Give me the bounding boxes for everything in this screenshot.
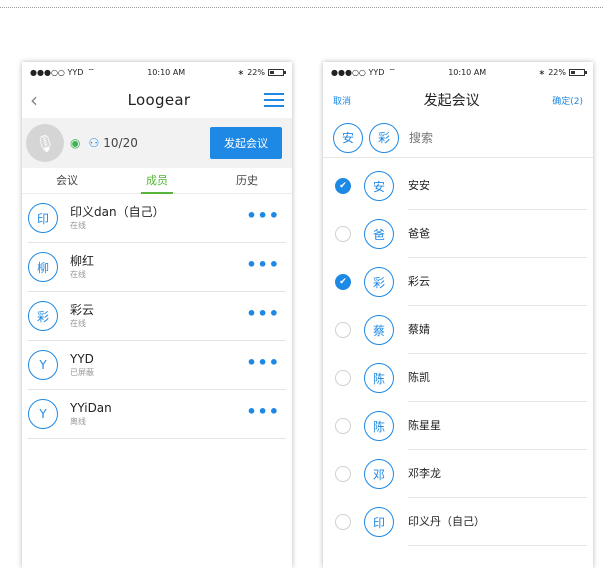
- selected-chip[interactable]: 安: [333, 122, 363, 153]
- tab-history[interactable]: 历史: [202, 169, 292, 193]
- contact-row[interactable]: 陈 陈星星: [323, 402, 593, 450]
- avatar: 彩: [28, 301, 58, 331]
- member-name: 彩云: [70, 303, 95, 317]
- avatar: 蔡: [364, 315, 394, 345]
- contact-row[interactable]: 陈 陈凯: [323, 354, 593, 402]
- status-bar: ●●●○○ YYD ⌔ 10:10 AM ∗ 22%: [323, 62, 593, 82]
- avatar: 邓: [364, 459, 394, 489]
- battery-percent: 22%: [247, 67, 265, 77]
- cancel-button[interactable]: 取消: [333, 94, 351, 107]
- selected-bar: 安 彩: [323, 118, 593, 158]
- member-status: 已屏蔽: [70, 368, 94, 377]
- search-input[interactable]: [409, 130, 529, 145]
- contact-row[interactable]: ✔ 安 安安: [323, 162, 593, 210]
- contact-name: 彩云: [408, 258, 587, 306]
- bluetooth-icon: ∗: [538, 67, 546, 77]
- member-status: 在线: [70, 319, 86, 328]
- contact-row[interactable]: 邓 邓李龙: [323, 450, 593, 498]
- member-row[interactable]: 印 印义dan（自己） 在线 •••: [28, 194, 286, 243]
- confirm-button[interactable]: 确定(2): [552, 94, 583, 107]
- checkbox-checked-icon[interactable]: ✔: [335, 178, 351, 194]
- avatar: 柳: [28, 252, 58, 282]
- member-name: 柳红: [70, 254, 95, 268]
- contact-name: 陈星星: [408, 402, 587, 450]
- member-list: 印 印义dan（自己） 在线 ••• 柳 柳红 在线 ••• 彩 彩云 在线 •…: [22, 194, 292, 439]
- avatar: 印: [28, 203, 58, 233]
- contact-name: 陈凯: [408, 354, 587, 402]
- contact-name: 蔡婧: [408, 306, 587, 354]
- carrier-label: ●●●○○ YYD: [331, 67, 385, 77]
- checkbox-unchecked-icon[interactable]: [335, 226, 351, 242]
- contact-list: ✔ 安 安安 爸 爸爸 ✔ 彩 彩云 蔡 蔡婧 陈 陈凯 陈 陈星星 邓 邓李龙…: [323, 162, 593, 546]
- battery-percent: 22%: [548, 67, 566, 77]
- mic-off-icon: 🎙: [26, 124, 64, 162]
- page-title: Loogear: [127, 91, 191, 109]
- member-status: 在线: [70, 270, 86, 279]
- contact-row[interactable]: ✔ 彩 彩云: [323, 258, 593, 306]
- members-screen: ●●●○○ YYD ⌔ 10:10 AM ∗ 22% ‹ Loogear 🎙 ◉…: [22, 62, 292, 568]
- member-name: YYD: [70, 352, 94, 366]
- checkbox-unchecked-icon[interactable]: [335, 322, 351, 338]
- more-options-icon[interactable]: •••: [246, 404, 280, 420]
- bluetooth-icon: ∗: [237, 67, 245, 77]
- member-row[interactable]: Y YYD 已屏蔽 •••: [28, 341, 286, 390]
- member-status: 在线: [70, 221, 86, 230]
- signal-icon: ◉: [70, 136, 81, 150]
- wifi-icon: ⌔: [388, 67, 396, 76]
- nav-bar: ‹ Loogear: [22, 82, 292, 118]
- selected-chip[interactable]: 彩: [369, 122, 399, 153]
- menu-icon[interactable]: [263, 92, 284, 108]
- tab-meetings[interactable]: 会议: [22, 169, 112, 193]
- battery-icon: [267, 68, 286, 76]
- contact-name: 印义丹（自己）: [408, 498, 587, 546]
- clock: 10:10 AM: [448, 67, 487, 77]
- member-name: 印义dan（自己）: [70, 205, 165, 219]
- checkbox-unchecked-icon[interactable]: [335, 514, 351, 530]
- avatar: Y: [28, 399, 58, 429]
- member-status: 离线: [70, 417, 86, 426]
- contact-name: 爸爸: [408, 210, 587, 258]
- contact-name: 邓李龙: [408, 450, 587, 498]
- contact-row[interactable]: 蔡 蔡婧: [323, 306, 593, 354]
- nav-bar: 取消 发起会议 确定(2): [323, 82, 593, 118]
- start-meeting-screen: ●●●○○ YYD ⌔ 10:10 AM ∗ 22% 取消 发起会议 确定(2)…: [323, 62, 593, 568]
- avatar: 陈: [364, 411, 394, 441]
- meeting-bar: 🎙 ◉ ⚇ 10/20 发起会议: [22, 118, 292, 168]
- more-options-icon[interactable]: •••: [246, 355, 280, 371]
- checkbox-unchecked-icon[interactable]: [335, 418, 351, 434]
- more-options-icon[interactable]: •••: [246, 208, 280, 224]
- more-options-icon[interactable]: •••: [246, 306, 280, 322]
- member-row[interactable]: 彩 彩云 在线 •••: [28, 292, 286, 341]
- member-row[interactable]: Y YYiDan 离线 •••: [28, 390, 286, 439]
- people-icon: ⚇: [88, 136, 100, 150]
- checkbox-checked-icon[interactable]: ✔: [335, 274, 351, 290]
- participant-count: 10/20: [103, 136, 138, 150]
- avatar: 印: [364, 507, 394, 537]
- member-name: YYiDan: [70, 401, 112, 415]
- wifi-icon: ⌔: [87, 67, 95, 76]
- more-options-icon[interactable]: •••: [246, 257, 280, 273]
- avatar: 陈: [364, 363, 394, 393]
- contact-row[interactable]: 爸 爸爸: [323, 210, 593, 258]
- start-meeting-button[interactable]: 发起会议: [210, 127, 282, 159]
- contact-row[interactable]: 印 印义丹（自己）: [323, 498, 593, 546]
- tab-bar: 会议 成员 历史: [22, 168, 292, 194]
- checkbox-unchecked-icon[interactable]: [335, 370, 351, 386]
- top-divider: [0, 7, 603, 8]
- avatar: 安: [364, 171, 394, 201]
- tab-members[interactable]: 成员: [112, 169, 202, 194]
- checkbox-unchecked-icon[interactable]: [335, 466, 351, 482]
- carrier-label: ●●●○○ YYD: [30, 67, 84, 77]
- back-icon[interactable]: ‹: [30, 88, 54, 112]
- contact-name: 安安: [408, 162, 587, 210]
- battery-icon: [568, 68, 587, 76]
- status-bar: ●●●○○ YYD ⌔ 10:10 AM ∗ 22%: [22, 62, 292, 82]
- page-title: 发起会议: [423, 93, 480, 109]
- member-row[interactable]: 柳 柳红 在线 •••: [28, 243, 286, 292]
- avatar: Y: [28, 350, 58, 380]
- avatar: 彩: [364, 267, 394, 297]
- avatar: 爸: [364, 219, 394, 249]
- clock: 10:10 AM: [147, 67, 186, 77]
